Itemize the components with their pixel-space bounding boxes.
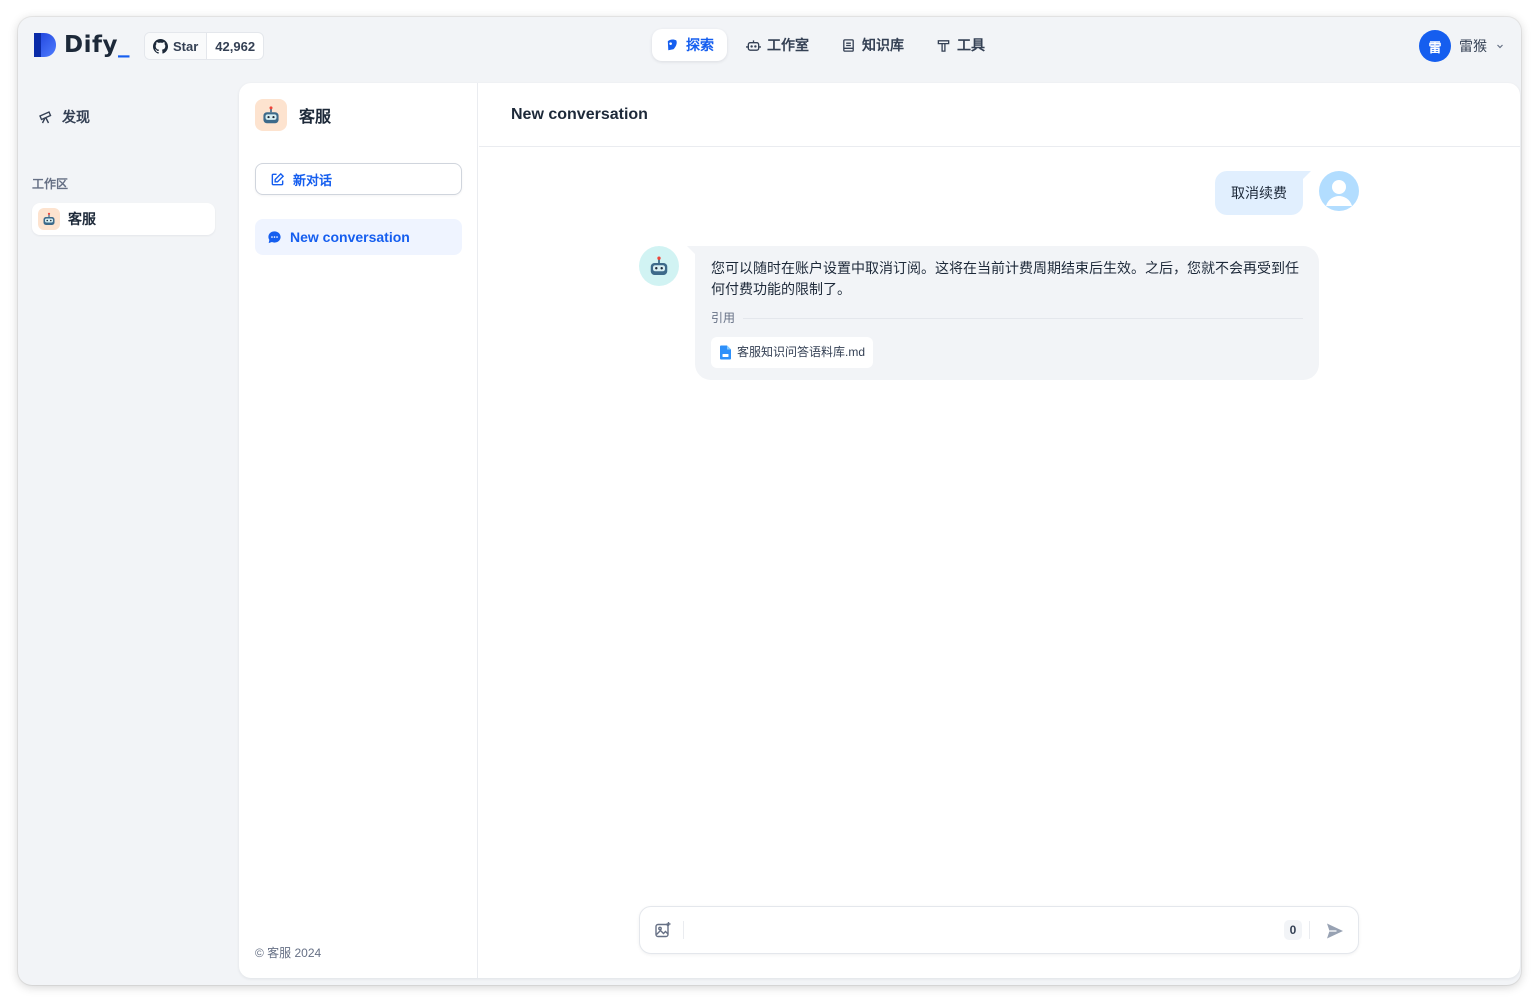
github-icon — [153, 38, 168, 54]
user-silhouette-icon — [1326, 180, 1352, 206]
image-upload-icon[interactable] — [654, 921, 672, 939]
nav-tab-tools[interactable]: 工具 — [923, 29, 998, 61]
nav-tab-studio[interactable]: 工作室 — [733, 29, 822, 61]
compass-icon — [667, 39, 677, 50]
dify-logo-mark-icon — [34, 33, 56, 57]
user-avatar: 雷 — [1419, 30, 1451, 62]
hammer-icon — [937, 39, 950, 52]
copyright-text: © 客服 2024 — [255, 946, 322, 960]
dify-logo[interactable]: Dify_ — [32, 31, 130, 59]
chat-bubble-icon — [268, 230, 281, 243]
user-message-avatar — [1319, 171, 1359, 211]
sidebar-item-discover[interactable]: 发现 — [38, 107, 90, 127]
input-divider — [683, 921, 684, 939]
chat-title: New conversation — [479, 83, 1520, 147]
brand-name: Dify_ — [64, 32, 130, 58]
app-name: 客服 — [299, 109, 332, 126]
main-panel: 客服 新对话 New conversation © 客服 2024 New co… — [239, 83, 1520, 978]
github-star-label: Star — [173, 38, 199, 54]
citation-filename: 客服知识问答语料库.md — [737, 345, 866, 359]
conversation-sidebar: 客服 新对话 New conversation © 客服 2024 — [239, 83, 478, 978]
nav-tab-label: 知识库 — [862, 37, 904, 53]
github-star-widget[interactable]: Star 42,962 — [144, 32, 265, 60]
app-robot-icon — [38, 208, 60, 230]
chevron-down-icon — [1497, 44, 1503, 49]
workspace-section-label: 工作区 — [32, 177, 69, 191]
assistant-message-text: 您可以随时在账户设置中取消订阅。这将在当前计费周期结束后生效。之后，您就不会再受… — [711, 260, 1299, 297]
app-robot-icon — [255, 99, 287, 131]
github-star-button[interactable]: Star — [145, 33, 208, 59]
nav-tab-label: 工作室 — [767, 37, 809, 53]
robot-icon — [746, 39, 761, 51]
sidebar-item-label: 客服 — [68, 211, 96, 227]
nav-tab-explore[interactable]: 探索 — [652, 29, 727, 61]
nav-tab-label: 探索 — [686, 37, 714, 53]
chat-area: New conversation 取消续费 您可以随时在账户设置中取消订阅。这将… — [479, 83, 1520, 978]
conversation-label: New conversation — [290, 229, 410, 245]
new-chat-button[interactable]: 新对话 — [255, 163, 462, 195]
sidebar-item-customer-service[interactable]: 客服 — [32, 203, 215, 235]
new-chat-label: 新对话 — [293, 172, 333, 188]
sidebar-item-label: 发现 — [62, 109, 90, 125]
edit-icon — [271, 172, 285, 185]
user-message-text: 取消续费 — [1231, 185, 1287, 201]
app-header: 客服 — [255, 99, 331, 131]
robot-icon — [650, 256, 668, 275]
user-message-bubble: 取消续费 — [1215, 171, 1311, 215]
telescope-icon — [39, 111, 52, 124]
chat-message-input[interactable] — [692, 915, 1272, 945]
citation-chip[interactable]: 客服知识问答语料库.md — [711, 337, 874, 368]
github-star-count[interactable]: 42,962 — [207, 33, 263, 59]
main-nav: 探索 工作室 知识库 工具 — [652, 29, 998, 61]
citation-label: 引用 — [711, 311, 736, 325]
nav-tab-knowledge[interactable]: 知识库 — [828, 29, 917, 61]
app-window: Dify_ Star 42,962 探索 工作室 知识库 工具 雷 雷猴 发现 … — [18, 17, 1521, 985]
send-icon[interactable] — [1324, 920, 1346, 942]
character-count-badge: 0 — [1284, 920, 1302, 940]
chat-input-box: 0 — [639, 906, 1359, 954]
explore-sidebar: 发现 工作区 客服 — [18, 73, 238, 985]
top-bar: Dify_ Star 42,962 探索 工作室 知识库 工具 雷 雷猴 — [18, 17, 1521, 73]
user-name: 雷猴 — [1459, 38, 1487, 54]
assistant-avatar — [639, 246, 679, 286]
book-icon — [843, 38, 854, 52]
assistant-message-bubble: 您可以随时在账户设置中取消订阅。这将在当前计费周期结束后生效。之后，您就不会再受… — [687, 246, 1319, 380]
conversation-item[interactable]: New conversation — [255, 219, 462, 255]
nav-tab-label: 工具 — [957, 37, 985, 53]
citation-header: 引用 — [711, 308, 1303, 329]
document-icon — [720, 345, 731, 360]
input-divider — [1309, 921, 1310, 939]
citation-divider — [743, 318, 1303, 319]
user-menu[interactable]: 雷 雷猴 — [1419, 30, 1505, 62]
